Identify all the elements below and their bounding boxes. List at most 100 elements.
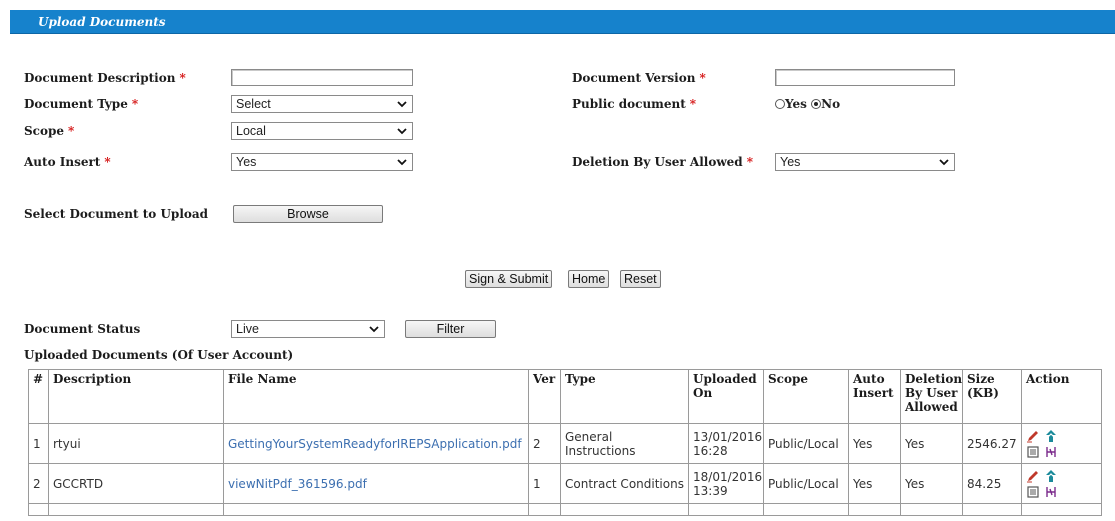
- auto-insert-select[interactable]: Yes: [231, 153, 413, 171]
- document-version-input[interactable]: [776, 73, 954, 89]
- cell-num: 1: [28, 423, 49, 464]
- filter-button[interactable]: Filter: [405, 320, 496, 338]
- table-header-row: # Description File Name Ver Type Uploade…: [28, 369, 1102, 424]
- cell-description: GCCRTD: [48, 463, 224, 504]
- public-no-radio[interactable]: [811, 99, 822, 109]
- cell-empty: [962, 503, 1022, 516]
- document-status-label: Document Status: [24, 322, 141, 336]
- cell-deletion: Yes: [900, 423, 963, 464]
- file-name-link[interactable]: viewNitPdf_361596.pdf: [223, 463, 529, 504]
- required-mark: *: [699, 71, 706, 85]
- deletion-allowed-label: Deletion By User Allowed *: [572, 155, 753, 169]
- cell-empty: [848, 503, 901, 516]
- cell-type: Contract Conditions: [560, 463, 689, 504]
- scope-select[interactable]: Local: [231, 122, 413, 140]
- pencil-icon[interactable]: [1026, 429, 1040, 443]
- chevron-down-icon: [397, 128, 407, 135]
- home-button[interactable]: Home: [568, 270, 610, 288]
- cell-description: rtyui: [48, 423, 224, 464]
- top-strip: [0, 0, 1115, 10]
- up-arrows-icon[interactable]: [1044, 429, 1058, 443]
- cell-empty: [900, 503, 963, 516]
- cell-auto-insert: Yes: [848, 463, 901, 504]
- browse-button[interactable]: Browse: [233, 205, 383, 223]
- cell-actions: [1021, 423, 1102, 464]
- document-type-value: Select: [236, 97, 271, 111]
- cell-empty: [48, 503, 224, 516]
- scope-value: Local: [236, 124, 266, 138]
- document-description-label: Document Description *: [24, 71, 186, 85]
- col-header-deletion: Deletion By User Allowed: [900, 369, 963, 424]
- cell-empty: [28, 503, 49, 516]
- document-status-select[interactable]: Live: [231, 320, 385, 338]
- required-mark: *: [68, 124, 75, 138]
- cell-scope: Public/Local: [763, 463, 849, 504]
- document-description-field[interactable]: [231, 69, 413, 89]
- cell-size: 84.25: [962, 463, 1022, 504]
- col-header-ver: Ver: [528, 369, 561, 424]
- chevron-down-icon: [369, 326, 379, 333]
- file-name-link[interactable]: GettingYourSystemReadyforIREPSApplicatio…: [223, 423, 529, 464]
- cell-empty: [560, 503, 689, 516]
- cell-deletion: Yes: [900, 463, 963, 504]
- cell-type: General Instructions: [560, 423, 689, 464]
- reset-button[interactable]: Reset: [620, 270, 661, 288]
- uploaded-documents-table: # Description File Name Ver Type Uploade…: [28, 369, 1102, 516]
- chevron-down-icon: [397, 101, 407, 108]
- chevron-down-icon: [397, 159, 407, 166]
- required-mark: *: [104, 155, 111, 169]
- deletion-allowed-select[interactable]: Yes: [775, 153, 955, 171]
- required-mark: *: [746, 155, 753, 169]
- auto-insert-label: Auto Insert *: [24, 155, 111, 169]
- document-version-field[interactable]: [775, 69, 955, 89]
- uploaded-documents-caption: Uploaded Documents (Of User Account): [24, 348, 294, 362]
- public-document-radio-group: Yes No: [775, 97, 840, 111]
- cell-uploaded-on: 13/01/2016 16:28: [688, 423, 764, 464]
- cell-empty: [528, 503, 561, 516]
- col-header-size: Size (KB): [962, 369, 1022, 424]
- required-mark: *: [689, 97, 697, 111]
- document-icon[interactable]: [1026, 445, 1040, 459]
- col-header-auto-insert: Auto Insert: [848, 369, 901, 424]
- cell-empty: [223, 503, 529, 516]
- deletion-allowed-value: Yes: [780, 155, 801, 169]
- sign-submit-button[interactable]: Sign & Submit: [465, 270, 553, 288]
- cell-auto-insert: Yes: [848, 423, 901, 464]
- document-status-value: Live: [236, 322, 259, 336]
- cell-num: 2: [28, 463, 49, 504]
- cell-empty: [1021, 503, 1102, 516]
- document-version-label: Document Version *: [572, 71, 706, 85]
- document-type-select[interactable]: Select: [231, 95, 413, 113]
- col-header-file-name: File Name: [223, 369, 529, 424]
- public-no-label: No: [821, 97, 841, 111]
- auto-insert-value: Yes: [236, 155, 257, 169]
- scope-label: Scope *: [24, 124, 75, 138]
- split-icon[interactable]: [1044, 485, 1058, 499]
- table-row: 1 rtyui GettingYourSystemReadyforIREPSAp…: [28, 423, 1102, 464]
- col-header-action: Action: [1021, 369, 1102, 424]
- public-yes-radio[interactable]: [775, 99, 785, 109]
- split-icon[interactable]: [1044, 445, 1058, 459]
- public-yes-label: Yes: [785, 97, 807, 111]
- cell-empty: [688, 503, 764, 516]
- up-arrows-icon[interactable]: [1044, 469, 1058, 483]
- document-type-label: Document Type *: [24, 97, 139, 111]
- document-icon[interactable]: [1026, 485, 1040, 499]
- cell-ver: 2: [528, 423, 561, 464]
- cell-size: 2546.27: [962, 423, 1022, 464]
- table-row-partial: [28, 503, 1102, 516]
- page-title: Upload Documents: [10, 10, 1115, 34]
- col-header-scope: Scope: [763, 369, 849, 424]
- col-header-description: Description: [48, 369, 224, 424]
- pencil-icon[interactable]: [1026, 469, 1040, 483]
- public-document-label: Public document *: [572, 97, 697, 111]
- table-row: 2 GCCRTD viewNitPdf_361596.pdf 1 Contrac…: [28, 463, 1102, 504]
- cell-ver: 1: [528, 463, 561, 504]
- cell-uploaded-on: 18/01/2016 13:39: [688, 463, 764, 504]
- required-mark: *: [131, 97, 139, 111]
- cell-actions: [1021, 463, 1102, 504]
- document-description-input[interactable]: [232, 73, 412, 89]
- required-mark: *: [179, 71, 186, 85]
- col-header-type: Type: [560, 369, 689, 424]
- select-document-label: Select Document to Upload: [24, 207, 209, 221]
